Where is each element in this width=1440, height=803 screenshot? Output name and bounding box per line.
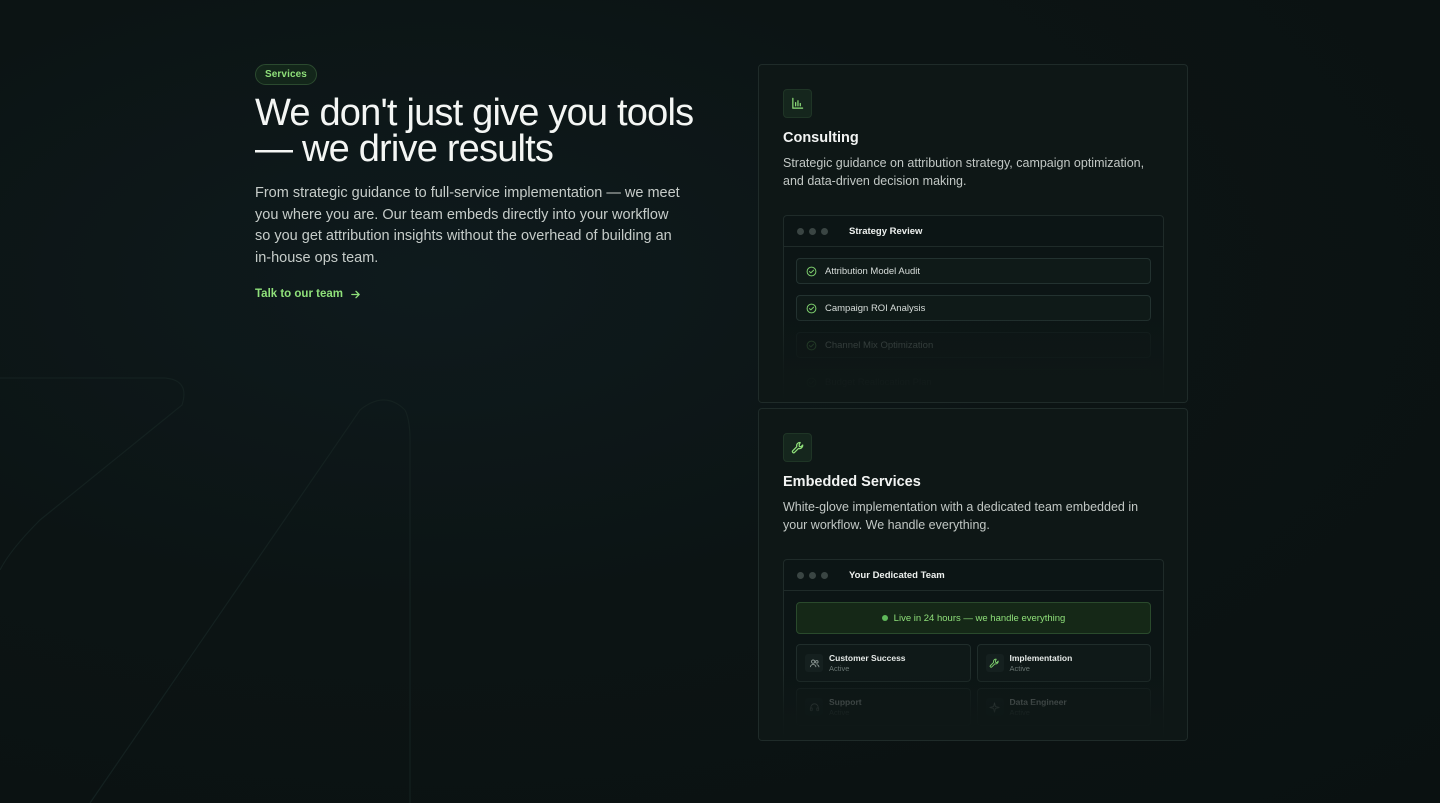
team-member-name: Data Engineer	[1009, 696, 1067, 707]
list-item: Attribution Model Audit	[796, 258, 1151, 284]
bar-chart-icon	[792, 97, 804, 109]
window-dot	[809, 227, 816, 235]
strategy-review-window: Strategy Review Attribution Model Audit …	[783, 215, 1164, 402]
team-member-info: Implementation Active	[1010, 653, 1073, 674]
background-decoration	[0, 377, 411, 803]
list-item-label: Channel Mix Optimization	[825, 339, 934, 351]
list-item-label: Budget Reallocation Plan	[825, 376, 932, 388]
team-member-card: Support Active	[796, 688, 971, 726]
page-title: We don't just give you tools — we drive …	[255, 92, 694, 170]
list-item: Channel Mix Optimization	[796, 332, 1151, 358]
window-dot	[809, 571, 816, 579]
embedded-icon-box	[783, 433, 812, 462]
talk-to-team-link[interactable]: Talk to our team	[255, 288, 361, 300]
check-circle-icon	[806, 266, 817, 276]
window-dot	[821, 227, 828, 235]
check-circle-icon	[806, 340, 817, 350]
dedicated-team-window: Your Dedicated Team Live in 24 hours — w…	[783, 559, 1164, 740]
window-dot	[797, 571, 804, 579]
services-section: Services We don't just give you tools — …	[0, 0, 1440, 803]
check-circle-icon	[806, 377, 817, 387]
team-member-status: Active	[1009, 707, 1030, 717]
checklist: Attribution Model Audit Campaign ROI Ana…	[784, 247, 1163, 395]
status-dot	[881, 615, 888, 621]
team-member-info: Support Active	[829, 697, 862, 718]
team-member-status: Active	[829, 663, 850, 673]
consulting-description: Strategic guidance on attribution strate…	[783, 156, 1145, 188]
live-banner-text: Live in 24 hours — we handle everything	[893, 612, 1066, 624]
consulting-icon-box	[783, 89, 812, 118]
window-titlebar: Strategy Review	[784, 216, 1163, 247]
team-member-name: Implementation	[1009, 652, 1073, 663]
headset-icon	[805, 698, 823, 716]
live-banner: Live in 24 hours — we handle everything	[796, 602, 1151, 634]
team-member-name: Customer Success	[829, 652, 906, 663]
team-member-info: Data Engineer Active	[1010, 697, 1067, 718]
list-item-label: Attribution Model Audit	[825, 265, 921, 277]
team-member-status: Active	[1009, 663, 1030, 673]
list-item-label: Campaign ROI Analysis	[825, 302, 926, 314]
wrench-icon	[985, 654, 1004, 672]
check-circle-icon	[806, 303, 817, 313]
embedded-description: White-glove implementation with a dedica…	[783, 500, 1139, 532]
window-title: Strategy Review	[849, 225, 923, 237]
window-dot	[821, 571, 828, 579]
window-titlebar: Your Dedicated Team	[784, 560, 1163, 591]
users-icon	[805, 654, 823, 672]
team-member-card: Implementation Active	[976, 644, 1151, 682]
consulting-title: Consulting	[783, 130, 859, 146]
team-member-status: Active	[829, 707, 850, 717]
team-member-name: Support	[829, 696, 862, 707]
team-panel: Live in 24 hours — we handle everything	[784, 591, 1163, 726]
team-member-card: Data Engineer Active	[976, 688, 1151, 726]
consulting-card: Consulting Strategic guidance on attribu…	[758, 64, 1188, 403]
team-member-card: Customer Success Active	[796, 644, 971, 682]
list-item: Campaign ROI Analysis	[796, 295, 1151, 321]
team-member-info: Customer Success Active	[829, 653, 906, 674]
team-grid: Customer Success Active Implementation A…	[796, 644, 1151, 726]
embedded-title: Embedded Services	[783, 474, 921, 490]
window-dot	[797, 227, 804, 235]
hero-column: Services We don't just give you tools — …	[255, 64, 695, 302]
services-badge: Services	[255, 64, 317, 85]
list-item: Budget Reallocation Plan	[796, 369, 1151, 395]
embedded-services-card: Embedded Services White-glove implementa…	[758, 408, 1188, 741]
sparkle-icon	[985, 698, 1004, 716]
cta-label: Talk to our team	[255, 288, 343, 300]
hero-subtitle: From strategic guidance to full-service …	[255, 185, 680, 266]
wrench-icon	[791, 441, 803, 453]
arrow-right-icon	[351, 290, 360, 298]
window-title: Your Dedicated Team	[849, 569, 945, 581]
